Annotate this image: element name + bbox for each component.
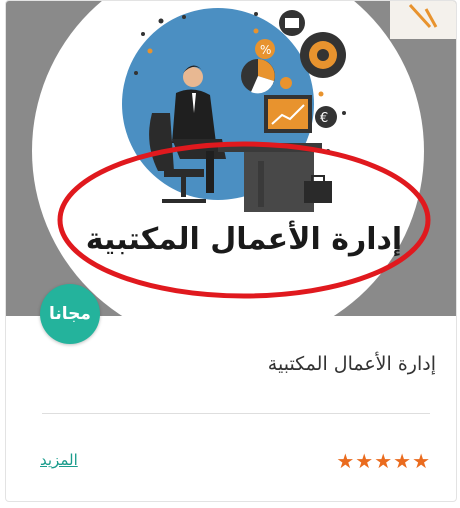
star-icon: ★ [355,449,374,473]
more-link[interactable]: المزيد [40,451,78,469]
percent-icon: % [255,39,275,59]
svg-text:€: € [320,111,328,126]
lightbulb-icon [280,77,292,89]
cover-title: إدارة الأعمال المكتبية [86,220,402,257]
monitor-chart-icon [264,95,312,133]
free-badge: مجانا [40,284,100,344]
gear-icon [300,32,346,78]
envelope-icon [279,10,305,36]
corner-icon [390,1,456,39]
course-card[interactable]: % € إدارة الأعمال المكتبية مجانا إدارة ا… [5,0,457,502]
rating-stars: ★★★★★ [335,449,430,473]
office-illustration: % € إدارة الأعمال المكتبية [32,1,456,316]
euro-icon: € [315,106,337,128]
star-icon: ★ [393,449,412,473]
course-cover-image[interactable]: % € إدارة الأعمال المكتبية [6,1,456,316]
star-icon: ★ [374,449,393,473]
star-icon: ★ [336,449,355,473]
star-icon: ★ [412,449,430,473]
card-divider [42,413,430,414]
course-title[interactable]: إدارة الأعمال المكتبية [268,353,436,375]
svg-text:%: % [260,43,271,57]
